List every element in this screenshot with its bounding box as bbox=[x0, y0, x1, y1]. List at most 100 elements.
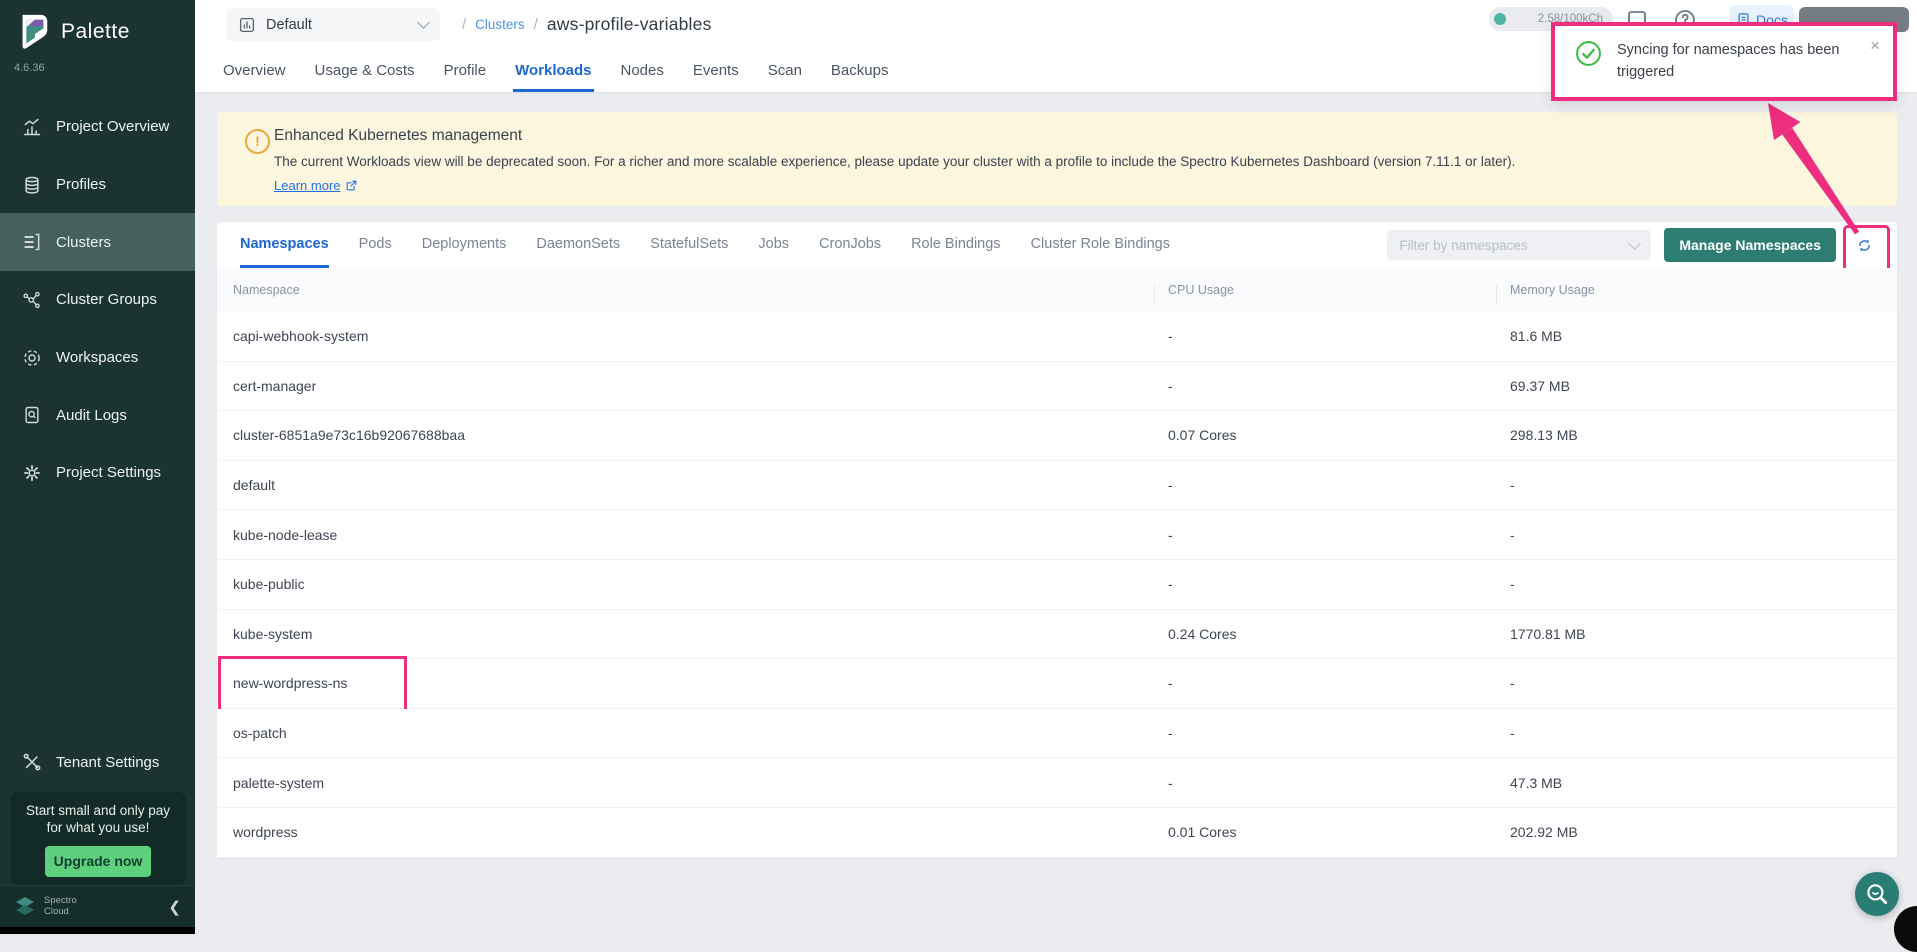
sidebar-item[interactable]: Profiles bbox=[0, 156, 195, 214]
table-row[interactable]: cluster-6851a9e73c16b92067688baa 0.07 Co… bbox=[217, 411, 1897, 461]
chart-icon bbox=[22, 117, 42, 137]
tab[interactable]: Nodes bbox=[619, 52, 666, 92]
tab-label: Overview bbox=[223, 62, 286, 79]
manage-namespaces-button[interactable]: Manage Namespaces bbox=[1664, 228, 1836, 262]
subtab[interactable]: Role Bindings bbox=[911, 222, 1000, 268]
sidebar-item-label: Audit Logs bbox=[56, 407, 127, 424]
subtab-label: DaemonSets bbox=[536, 236, 620, 252]
tab-label: Profile bbox=[444, 62, 487, 79]
subtab-label: StatefulSets bbox=[650, 236, 728, 252]
cell-cpu: 0.07 Cores bbox=[1168, 427, 1510, 443]
cluster-tabs: Overview Usage & Costs Profile Workloads… bbox=[221, 52, 890, 92]
subtab-label: Role Bindings bbox=[911, 236, 1000, 252]
breadcrumb-separator: / bbox=[462, 16, 466, 33]
table-row[interactable]: kube-system 0.24 Cores 1770.81 MB bbox=[217, 610, 1897, 660]
cell-memory: 47.3 MB bbox=[1510, 775, 1897, 791]
cell-namespace: palette-system bbox=[233, 775, 1168, 791]
sidebar-item-tenant-settings[interactable]: Tenant Settings bbox=[0, 738, 195, 786]
subtab[interactable]: Cluster Role Bindings bbox=[1031, 222, 1170, 268]
tab[interactable]: Overview bbox=[221, 52, 288, 92]
sidebar-footer: Spectro Cloud ❮ bbox=[0, 885, 195, 927]
table-row[interactable]: palette-system - 47.3 MB bbox=[217, 758, 1897, 808]
close-icon[interactable]: × bbox=[1870, 36, 1880, 56]
spectro-cloud-logo-icon bbox=[14, 897, 36, 917]
subtab[interactable]: Deployments bbox=[422, 222, 507, 268]
tab[interactable]: Scan bbox=[766, 52, 804, 92]
app-title: Palette bbox=[61, 20, 130, 44]
sidebar-item[interactable]: Project Settings bbox=[0, 444, 195, 502]
table-row[interactable]: capi-webhook-system - 81.6 MB bbox=[217, 312, 1897, 362]
subtab[interactable]: Jobs bbox=[758, 222, 789, 268]
toast-message: Syncing for namespaces has been triggere… bbox=[1617, 40, 1849, 87]
learn-more-link[interactable]: Learn more bbox=[274, 178, 358, 193]
table-toolbar: Filter by namespaces Manage Namespaces bbox=[1387, 228, 1879, 262]
cell-cpu: - bbox=[1168, 576, 1510, 592]
sidebar-item[interactable]: Project Overview bbox=[0, 98, 195, 156]
table-row[interactable]: kube-node-lease - - bbox=[217, 510, 1897, 560]
workload-subtabs: Namespaces Pods Deployments DaemonSets S… bbox=[240, 222, 1170, 268]
feedback-search-button[interactable] bbox=[1855, 872, 1899, 916]
cell-cpu: - bbox=[1168, 527, 1510, 543]
warning-icon: ! bbox=[245, 129, 270, 154]
deprecation-banner: ! Enhanced Kubernetes management The cur… bbox=[217, 112, 1897, 206]
table-row[interactable]: cert-manager - 69.37 MB bbox=[217, 362, 1897, 412]
cell-memory: 298.13 MB bbox=[1510, 427, 1897, 443]
window-edge bbox=[0, 927, 195, 934]
subtab[interactable]: DaemonSets bbox=[536, 222, 620, 268]
breadcrumb-current-cluster: aws-profile-variables bbox=[547, 14, 712, 35]
sidebar-item[interactable]: Workspaces bbox=[0, 329, 195, 387]
tab[interactable]: Workloads bbox=[513, 52, 593, 92]
sidebar-item[interactable]: Cluster Groups bbox=[0, 271, 195, 329]
table-row[interactable]: wordpress 0.01 Cores 202.92 MB bbox=[217, 808, 1897, 858]
table-row[interactable]: default - - bbox=[217, 461, 1897, 511]
breadcrumb-separator: / bbox=[534, 16, 538, 33]
tools-icon bbox=[22, 752, 42, 772]
sidebar-item[interactable]: Audit Logs bbox=[0, 386, 195, 444]
upgrade-promo: Start small and only pay for what you us… bbox=[10, 792, 186, 885]
table-row[interactable]: kube-public - - bbox=[217, 560, 1897, 610]
upgrade-now-button[interactable]: Upgrade now bbox=[45, 846, 151, 877]
subtab[interactable]: CronJobs bbox=[819, 222, 881, 268]
tab[interactable]: Profile bbox=[442, 52, 489, 92]
cell-memory: 81.6 MB bbox=[1510, 328, 1897, 344]
project-scope-icon bbox=[238, 16, 256, 34]
tab[interactable]: Backups bbox=[829, 52, 891, 92]
subtab-label: CronJobs bbox=[819, 236, 881, 252]
collapse-sidebar-chevron[interactable]: ❮ bbox=[168, 898, 181, 916]
table-row[interactable]: os-patch - - bbox=[217, 709, 1897, 759]
cluster-groups-icon bbox=[22, 290, 42, 310]
clusters-icon bbox=[22, 232, 42, 252]
sidebar: Palette 4.6.36 Project Overview bbox=[0, 0, 195, 934]
cell-cpu: - bbox=[1168, 378, 1510, 394]
tab-label: Events bbox=[693, 62, 739, 79]
sidebar-item-label: Project Overview bbox=[56, 118, 169, 135]
refresh-button[interactable] bbox=[1849, 230, 1879, 260]
filter-namespaces-select[interactable]: Filter by namespaces bbox=[1387, 230, 1651, 260]
cell-memory: - bbox=[1510, 675, 1897, 691]
table-row[interactable]: new-wordpress-ns - - bbox=[217, 659, 1897, 709]
workloads-card: Namespaces Pods Deployments DaemonSets S… bbox=[217, 222, 1897, 858]
tab[interactable]: Events bbox=[691, 52, 741, 92]
subtab-label: Jobs bbox=[758, 236, 789, 252]
subtab[interactable]: Pods bbox=[359, 222, 392, 268]
cell-namespace: cert-manager bbox=[233, 378, 1168, 394]
sidebar-nav: Project Overview Profiles bbox=[0, 98, 195, 502]
tab[interactable]: Usage & Costs bbox=[313, 52, 417, 92]
chevron-down-icon bbox=[1628, 237, 1641, 250]
subtab[interactable]: Namespaces bbox=[240, 222, 329, 268]
breadcrumb-clusters-link[interactable]: Clusters bbox=[475, 17, 525, 32]
sidebar-item[interactable]: Clusters bbox=[0, 213, 195, 271]
cell-cpu: 0.01 Cores bbox=[1168, 824, 1510, 840]
screen-corner-artifact bbox=[1894, 906, 1917, 952]
cell-namespace: cluster-6851a9e73c16b92067688baa bbox=[233, 427, 1168, 443]
cell-memory: 69.37 MB bbox=[1510, 378, 1897, 394]
subtab[interactable]: StatefulSets bbox=[650, 222, 728, 268]
app-version: 4.6.36 bbox=[14, 62, 45, 74]
chevron-down-icon bbox=[417, 16, 430, 29]
spectro-cloud-label: Spectro Cloud bbox=[44, 896, 77, 918]
audit-logs-icon bbox=[22, 405, 42, 425]
subtab-label: Pods bbox=[359, 236, 392, 252]
project-selector[interactable]: Default bbox=[226, 8, 440, 41]
tab-label: Nodes bbox=[621, 62, 664, 79]
cell-cpu: 0.24 Cores bbox=[1168, 626, 1510, 642]
